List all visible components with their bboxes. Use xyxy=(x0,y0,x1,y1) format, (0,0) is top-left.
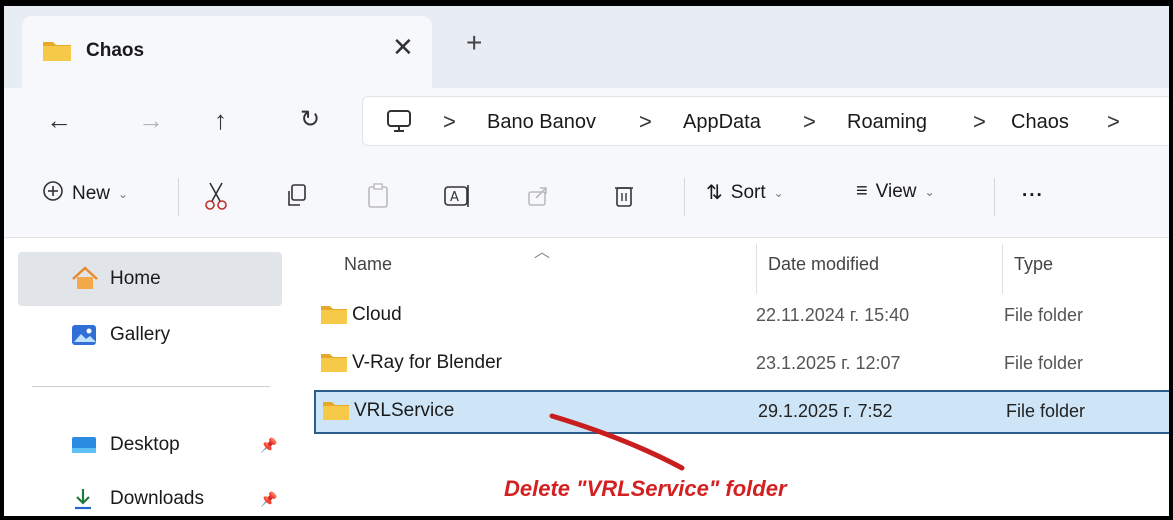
cut-button[interactable] xyxy=(198,178,234,214)
share-icon xyxy=(528,187,547,206)
chevron-down-icon: ⌄ xyxy=(773,185,784,200)
table-row-selected[interactable]: VRLService 29.1.2025 г. 7:52 File folder xyxy=(314,390,1169,434)
sort-icon: ⇅ xyxy=(706,182,723,204)
new-button[interactable]: New ⌄ xyxy=(42,180,128,208)
sidebar-item-home[interactable]: Home xyxy=(18,252,282,306)
scissors-icon xyxy=(205,182,227,210)
delete-button[interactable] xyxy=(606,178,642,214)
back-button[interactable]: ← xyxy=(46,102,72,138)
close-icon[interactable]: ✕ xyxy=(392,32,414,62)
breadcrumb-separator[interactable]: > xyxy=(1107,109,1120,135)
navigation-pane: Home Gallery Desktop 📌 Downloads 📌 xyxy=(4,238,294,516)
column-header-name[interactable]: Name xyxy=(344,254,392,275)
tab-title: Chaos xyxy=(86,40,145,61)
date-modified: 22.11.2024 г. 15:40 xyxy=(756,305,910,325)
breadcrumb-separator[interactable]: > xyxy=(803,109,816,135)
folder-icon xyxy=(320,303,348,330)
desktop-icon xyxy=(70,434,98,461)
forward-button[interactable]: → xyxy=(138,102,164,138)
copy-icon xyxy=(288,184,306,206)
folder-icon xyxy=(42,38,72,67)
new-label: New xyxy=(72,183,111,204)
file-name: VRLService xyxy=(354,400,455,421)
home-icon xyxy=(70,266,100,297)
sidebar-item-label: Desktop xyxy=(110,434,180,455)
navigation-bar: ← → ↑ ↻ > Bano Banov > AppData > Roaming… xyxy=(4,88,1169,154)
copy-button[interactable] xyxy=(278,178,314,214)
table-row[interactable]: V-Ray for Blender 23.1.2025 г. 12:07 Fil… xyxy=(314,342,1169,386)
table-row[interactable]: Cloud 22.11.2024 г. 15:40 File folder xyxy=(314,294,1169,338)
address-bar[interactable]: > Bano Banov > AppData > Roaming > Chaos… xyxy=(362,96,1169,146)
view-label: View xyxy=(875,180,917,202)
file-name: V-Ray for Blender xyxy=(352,352,502,373)
toolbar-divider xyxy=(684,178,685,216)
folder-icon xyxy=(320,351,348,378)
more-options-button[interactable]: ... xyxy=(1022,180,1044,202)
sidebar-item-gallery[interactable]: Gallery xyxy=(18,308,282,362)
command-bar: New ⌄ A ⇅ Sort ⌄ ≡ View ⌄ ... xyxy=(4,154,1169,238)
sidebar-item-downloads[interactable]: Downloads 📌 xyxy=(18,472,282,516)
svg-text:A: A xyxy=(450,190,459,205)
date-modified: 23.1.2025 г. 12:07 xyxy=(756,353,901,373)
pin-icon[interactable]: 📌 xyxy=(260,437,277,454)
new-tab-button[interactable]: + xyxy=(466,28,482,58)
breadcrumb-separator[interactable]: > xyxy=(973,109,986,135)
plus-circle-icon xyxy=(42,180,64,208)
trash-icon xyxy=(615,187,633,207)
tab-strip: Chaos ✕ + xyxy=(4,6,1169,88)
tab-chaos[interactable]: Chaos ✕ xyxy=(22,16,432,88)
paste-icon xyxy=(368,183,388,208)
breadcrumb-chaos[interactable]: Chaos xyxy=(1011,111,1069,134)
sidebar-item-label: Home xyxy=(110,268,161,289)
file-type: File folder xyxy=(1004,353,1084,373)
file-type: File folder xyxy=(1004,305,1084,325)
sort-ascending-icon: ︿ xyxy=(534,244,551,261)
paste-button[interactable] xyxy=(360,178,396,214)
column-header-date[interactable]: Date modified xyxy=(768,254,879,275)
column-divider[interactable] xyxy=(756,244,757,294)
chevron-down-icon: ⌄ xyxy=(118,187,129,201)
sidebar-item-label: Downloads xyxy=(110,488,204,509)
sidebar-divider xyxy=(32,386,270,387)
view-list-icon: ≡ xyxy=(856,180,868,202)
explorer-window: Chaos ✕ + ← → ↑ ↻ > Bano Banov > AppData… xyxy=(0,0,1173,520)
date-modified: 29.1.2025 г. 7:52 xyxy=(758,401,893,421)
toolbar-divider xyxy=(178,178,179,216)
toolbar-divider xyxy=(994,178,995,216)
sidebar-item-label: Gallery xyxy=(110,324,171,345)
monitor-icon[interactable] xyxy=(385,107,413,140)
breadcrumb-separator[interactable]: > xyxy=(443,109,456,135)
breadcrumb-appdata[interactable]: AppData xyxy=(683,111,761,134)
view-button[interactable]: ≡ View ⌄ xyxy=(856,180,935,203)
chevron-down-icon: ⌄ xyxy=(924,184,935,199)
gallery-icon xyxy=(70,322,98,353)
breadcrumb-roaming[interactable]: Roaming xyxy=(847,111,927,134)
up-button[interactable]: ↑ xyxy=(214,102,227,138)
breadcrumb-separator[interactable]: > xyxy=(639,109,652,135)
rename-button[interactable]: A xyxy=(440,178,476,214)
sidebar-item-desktop[interactable]: Desktop 📌 xyxy=(18,418,282,472)
download-icon xyxy=(70,486,96,516)
pin-icon[interactable]: 📌 xyxy=(260,491,277,508)
rename-icon: A xyxy=(444,185,469,207)
annotation-arrow xyxy=(549,413,685,471)
annotation-text: Delete "VRLService" folder xyxy=(504,476,787,501)
column-header-type[interactable]: Type xyxy=(1014,254,1053,275)
sort-button[interactable]: ⇅ Sort ⌄ xyxy=(706,180,784,205)
file-type: File folder xyxy=(1006,401,1086,421)
refresh-button[interactable]: ↻ xyxy=(300,102,320,138)
breadcrumb-bano-banov[interactable]: Bano Banov xyxy=(487,111,596,134)
share-button[interactable] xyxy=(520,178,556,214)
file-name: Cloud xyxy=(352,304,402,325)
sort-label: Sort xyxy=(730,181,766,203)
folder-icon xyxy=(322,399,350,426)
column-divider[interactable] xyxy=(1002,244,1003,294)
